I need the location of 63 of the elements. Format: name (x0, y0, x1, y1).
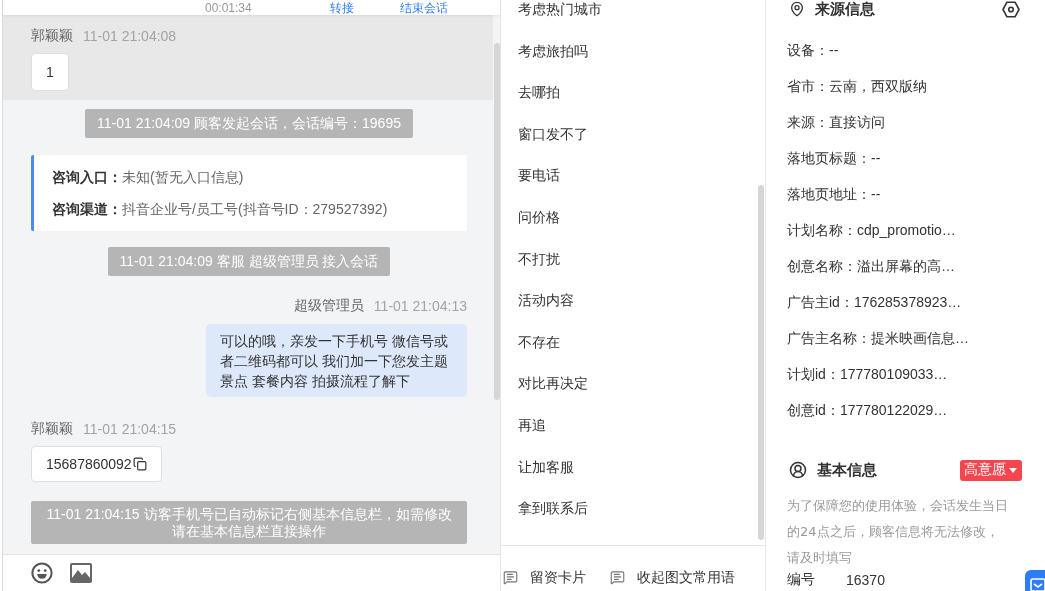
message-text: 15687860092 (46, 456, 132, 472)
message-icon (610, 569, 625, 585)
field-label: 编号 (787, 571, 816, 589)
quick-reply-item[interactable]: 再追 (518, 404, 546, 447)
source-field: 广告主名称：提米映画信息… (787, 320, 969, 356)
header-link[interactable]: 转接 (330, 1, 354, 15)
caret-icon (1009, 467, 1017, 473)
quick-reply-item[interactable]: 问价格 (518, 196, 560, 239)
source-field: 创意id：177780122029… (787, 392, 948, 428)
source-field: 创意名称：溢出屏幕的高… (787, 248, 955, 284)
message-time: 11-01 21:04:08 (83, 28, 177, 44)
toolbar-button[interactable]: 留资卡片 (503, 567, 586, 587)
source-field: 落地页地址：-- (787, 176, 881, 212)
source-field: 落地页标题：-- (787, 140, 881, 176)
notice-text: 为了保障您的使用体验，会话发生当日的24点之后，顾客信息将无法修改，请及时填写 (787, 497, 1009, 567)
quick-reply-item[interactable]: 不存在 (518, 321, 560, 364)
smiley-icon (31, 562, 53, 584)
section-title: 来源信息 (815, 0, 875, 19)
quick-reply-item[interactable]: 不打扰 (518, 238, 560, 281)
source-field: 省市：云南，西双版纳 (787, 68, 927, 104)
source-line: 咨询渠道：抖音企业号/员工号(抖音号ID：279527392) (52, 200, 389, 219)
header-link[interactable]: 结束会话 (400, 1, 448, 15)
message-time: 11-01 21:04:13 (373, 298, 467, 314)
field-value: 16370 (846, 572, 885, 588)
sender-name: 超级管理员 (293, 297, 364, 315)
quick-reply-item[interactable]: 让加客服 (518, 446, 574, 489)
location-pin-icon (789, 1, 805, 17)
toolbar-button[interactable]: 收起图文常用语 (610, 567, 735, 587)
session-timer: 00:01:34 (205, 1, 253, 15)
intent-dropdown[interactable]: 高意愿 (960, 459, 1022, 481)
section-title: 基本信息 (817, 460, 877, 480)
quick-reply-item[interactable]: 拿到联系后 (518, 488, 588, 530)
message-bubble: 可以的哦，亲发一下手机号 微信号或者二维码都可以 我们加一下您发主题景点 套餐内容 拍摄流程了解下 (206, 324, 467, 397)
emoji-button[interactable] (31, 562, 53, 584)
user-circle-icon (789, 461, 807, 479)
quick-reply-item[interactable]: 考虑热门城市 (518, 0, 602, 31)
source-field: 计划id：177780109033… (787, 356, 948, 392)
system-notice: 11-01 21:04:15 访客手机号已自动标记右侧基本信息栏，如需修改请在基本信息栏直接操作 (31, 501, 467, 544)
quick-reply-item[interactable]: 对比再决定 (518, 363, 588, 405)
source-field: 来源：直接访问 (787, 104, 885, 140)
source-field: 计划名称：cdp_promotio… (787, 212, 956, 248)
image-button[interactable] (70, 563, 92, 583)
quick-reply-item[interactable]: 窗口发不了 (518, 113, 588, 156)
scrollbar-thumb[interactable] (758, 185, 764, 540)
message-time: 11-01 21:04:15 (83, 421, 177, 437)
settings-icon[interactable] (1002, 0, 1020, 18)
image-icon (70, 563, 92, 583)
source-field: 设备：-- (787, 32, 839, 68)
quick-reply-item[interactable]: 要电话 (518, 155, 560, 197)
message-icon (503, 569, 518, 585)
chat-window-icon (1030, 578, 1045, 591)
source-line: 咨询入口：未知(暂无入口信息) (52, 168, 245, 187)
scrollbar-thumb[interactable] (494, 43, 500, 400)
quick-reply-item[interactable]: 去哪拍 (518, 72, 560, 114)
sender-name: 郭颖颖 (31, 27, 73, 45)
quick-reply-item[interactable]: 考虑旅拍吗 (518, 30, 588, 73)
system-notice: 11-01 21:04:09 客服 超级管理员 接入会话 (107, 247, 391, 276)
copy-icon[interactable] (132, 457, 147, 471)
sender-name: 郭颖颖 (31, 420, 73, 438)
quick-reply-item[interactable]: 活动内容 (518, 280, 574, 322)
source-field: 广告主id：176285378923… (787, 284, 962, 320)
message-bubble: 1 (31, 53, 69, 91)
system-notice: 11-01 21:04:09 顾客发起会话，会话编号：19695 (85, 109, 413, 138)
